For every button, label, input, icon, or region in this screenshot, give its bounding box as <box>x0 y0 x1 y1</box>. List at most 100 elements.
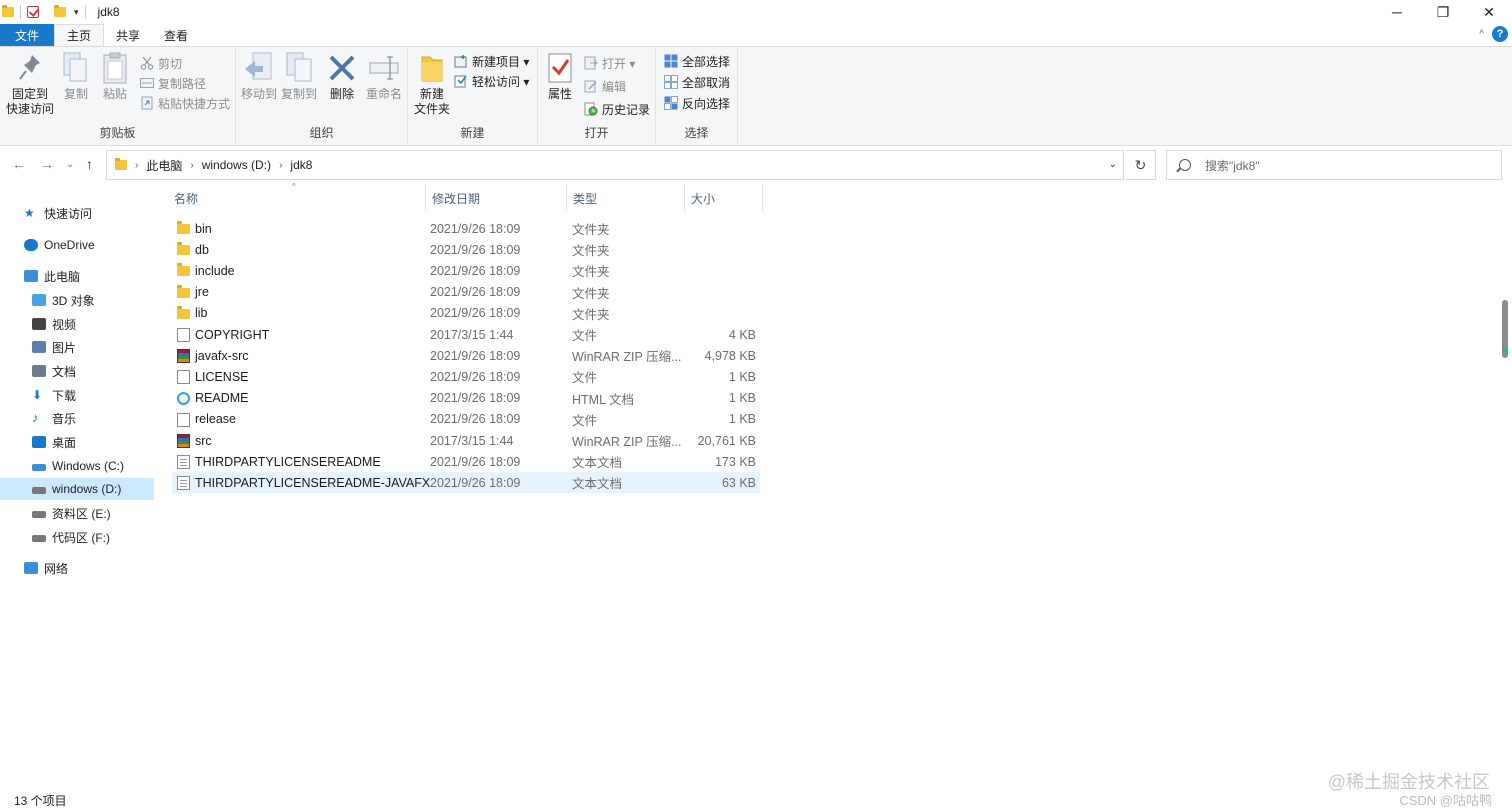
select-none-button[interactable]: 全部取消 <box>664 72 730 92</box>
tab-file[interactable]: 文件 <box>0 24 54 46</box>
txt-file-icon <box>177 455 190 470</box>
table-row[interactable]: README 2021/9/26 18:09 HTML 文档 1 KB <box>172 388 760 409</box>
maximize-button[interactable]: ❐ <box>1420 0 1466 24</box>
breadcrumb-chevron-icon[interactable]: › <box>135 160 138 171</box>
file-size: 20,761 KB <box>697 433 756 448</box>
copy-to-button[interactable]: 复制到 <box>280 51 318 102</box>
address-history-chevron-down-icon[interactable]: ⌄ <box>1109 159 1117 170</box>
breadcrumb-drive-d[interactable]: windows (D:) <box>202 158 271 172</box>
column-size-label: 大小 <box>691 191 716 206</box>
file-name: README <box>195 391 249 406</box>
doc-file-icon <box>177 370 190 385</box>
sidebar-item[interactable]: 视频 <box>0 313 154 335</box>
sidebar-item[interactable]: 网络 <box>0 557 154 579</box>
table-row[interactable]: THIRDPARTYLICENSEREADME-JAVAFX 2021/9/26 … <box>172 472 760 494</box>
table-row[interactable]: COPYRIGHT 2017/3/15 1:44 文件 4 KB <box>172 324 760 345</box>
pin-quick-access-button[interactable]: 固定到 快速访问 <box>4 51 56 117</box>
table-row[interactable]: include 2021/9/26 18:09 文件夹 <box>172 260 760 281</box>
new-item-button[interactable]: 新建项目 ▾ <box>454 51 529 71</box>
minimize-button[interactable]: ─ <box>1374 0 1420 24</box>
sidebar-item[interactable]: 此电脑 <box>0 265 154 287</box>
refresh-icon[interactable]: ↻ <box>1126 150 1156 180</box>
clipboard-group-label: 剪贴板 <box>99 126 136 140</box>
sidebar-item[interactable]: ⬇ 下载 <box>0 384 154 406</box>
paste-shortcut-icon <box>140 96 154 110</box>
copy-path-button[interactable]: 复制路径 <box>140 73 206 93</box>
select-group-label: 选择 <box>684 126 709 140</box>
breadcrumb-jdk8[interactable]: jdk8 <box>290 158 312 172</box>
column-header-name[interactable]: 名称 <box>168 184 426 212</box>
sidebar-item[interactable]: 3D 对象 <box>0 289 154 311</box>
customize-toolbar-chevron-icon[interactable]: ▾ <box>74 7 79 18</box>
sidebar-item[interactable]: Windows (C:) <box>0 455 154 477</box>
sidebar-item[interactable]: OneDrive <box>0 234 154 256</box>
collapse-ribbon-chevron-up-icon[interactable]: ^ <box>1479 29 1484 40</box>
file-date: 2017/3/15 1:44 <box>430 327 514 342</box>
table-row[interactable]: lib 2021/9/26 18:09 文件夹 <box>172 303 760 324</box>
cut-button[interactable]: 剪切 <box>140 53 182 73</box>
properties-check-icon[interactable] <box>27 6 39 18</box>
sidebar-item[interactable]: 桌面 <box>0 431 154 453</box>
sidebar-item[interactable]: ♪ 音乐 <box>0 407 154 429</box>
properties-button[interactable]: 属性 <box>544 51 576 102</box>
select-all-button[interactable]: 全部选择 <box>664 51 730 71</box>
network-icon <box>24 562 38 574</box>
address-bar[interactable]: › 此电脑 › windows (D:) › jdk8 ⌄ <box>106 150 1124 180</box>
sidebar-item-label: 文档 <box>52 364 77 379</box>
table-row[interactable]: THIRDPARTYLICENSEREADME 2021/9/26 18:09 文本… <box>172 451 760 472</box>
invert-selection-button[interactable]: 反向选择 <box>664 93 730 113</box>
history-button[interactable]: 历史记录 <box>584 99 650 119</box>
new-item-label: 新建项目 ▾ <box>472 54 530 69</box>
toolbar-divider <box>20 5 21 19</box>
back-arrow-icon[interactable]: ← <box>12 156 26 172</box>
column-header-date[interactable]: 修改日期 <box>426 184 567 212</box>
sidebar-item[interactable]: windows (D:) <box>0 478 154 500</box>
breadcrumb-chevron-icon[interactable]: › <box>190 160 193 171</box>
file-date: 2021/9/26 18:09 <box>430 369 521 384</box>
table-row[interactable]: src 2017/3/15 1:44 WinRAR ZIP 压缩... 20,761 … <box>172 430 760 451</box>
column-header-type[interactable]: 类型 <box>567 184 685 212</box>
move-to-button[interactable]: 移动到 <box>240 51 278 102</box>
table-row[interactable]: jre 2021/9/26 18:09 文件夹 <box>172 282 760 303</box>
search-input[interactable]: 搜索"jdk8" <box>1205 157 1260 174</box>
open-button[interactable]: 打开 ▾ <box>584 53 635 73</box>
table-row[interactable]: LICENSE 2021/9/26 18:09 文件 1 KB <box>172 366 760 387</box>
forward-arrow-icon[interactable]: → <box>40 156 54 172</box>
sidebar-item[interactable]: 文档 <box>0 360 154 382</box>
edit-button[interactable]: 编辑 <box>584 76 626 96</box>
search-box[interactable]: 搜索"jdk8" <box>1166 150 1502 180</box>
help-icon[interactable]: ? <box>1492 26 1508 42</box>
rename-button[interactable]: 重命名 <box>364 51 404 102</box>
copy-button[interactable]: 复制 <box>60 51 92 102</box>
paste-button[interactable]: 粘贴 <box>98 51 132 102</box>
sidebar-item[interactable]: ★ 快速访问 <box>0 202 154 224</box>
file-size: 1 KB <box>728 369 756 384</box>
breadcrumb-chevron-icon[interactable]: › <box>279 160 282 171</box>
file-name: COPYRIGHT <box>195 327 270 342</box>
recent-locations-chevron-down-icon[interactable]: ⌄ <box>66 159 74 170</box>
table-row[interactable]: bin 2021/9/26 18:09 文件夹 <box>172 218 760 239</box>
tab-home[interactable]: 主页 <box>54 24 105 46</box>
sidebar-item[interactable]: 图片 <box>0 336 154 358</box>
sidebar-item[interactable]: 资料区 (E:) <box>0 502 154 524</box>
file-type: 文件 <box>572 413 598 428</box>
easy-access-button[interactable]: 轻松访问 ▾ <box>454 71 529 91</box>
column-header-size[interactable]: 大小 <box>685 184 763 212</box>
new-folder-icon[interactable] <box>54 5 66 17</box>
table-row[interactable]: javafx-src 2021/9/26 18:09 WinRAR ZIP 压缩..… <box>172 345 760 366</box>
tab-view[interactable]: 查看 <box>152 24 200 46</box>
table-row[interactable]: db 2021/9/26 18:09 文件夹 <box>172 239 760 260</box>
vertical-scrollbar[interactable] <box>1502 300 1508 358</box>
column-date-label: 修改日期 <box>432 191 481 206</box>
new-folder-button[interactable]: 新建 文件夹 <box>414 51 450 117</box>
up-arrow-icon[interactable]: ↑ <box>86 156 93 172</box>
paste-shortcut-button[interactable]: 粘贴快捷方式 <box>140 93 230 113</box>
delete-button[interactable]: 删除 <box>328 51 356 102</box>
sidebar-item[interactable]: 代码区 (F:) <box>0 526 154 548</box>
table-row[interactable]: release 2021/9/26 18:09 文件 1 KB <box>172 409 760 430</box>
breadcrumb-this-pc[interactable]: 此电脑 <box>146 157 182 174</box>
close-button[interactable]: ✕ <box>1466 0 1512 24</box>
clipboard-group: 固定到 快速访问 复制 粘贴 剪切 复制路径 粘贴快捷方式 剪贴板 <box>0 47 236 145</box>
file-name: javafx-src <box>195 348 249 363</box>
tab-share[interactable]: 共享 <box>104 24 152 46</box>
